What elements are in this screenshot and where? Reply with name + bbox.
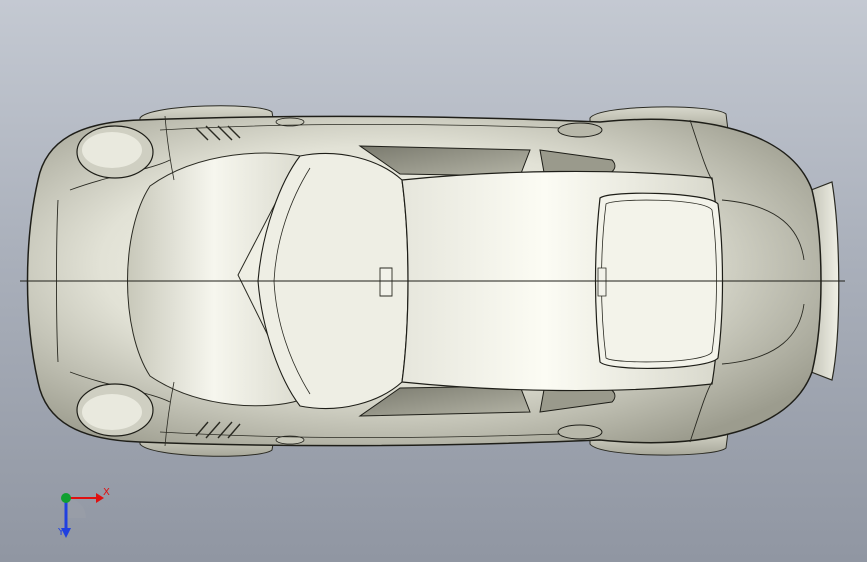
axis-x-label: X [103, 487, 110, 498]
axis-y-label: Y [58, 527, 65, 538]
triad-icon [61, 493, 104, 538]
side-intake-right [557, 424, 603, 440]
graphics-viewport[interactable]: X Y [0, 0, 867, 562]
side-intake-left [557, 122, 603, 138]
car-model-top-view[interactable] [0, 0, 867, 562]
reference-triad: X Y [40, 478, 130, 548]
